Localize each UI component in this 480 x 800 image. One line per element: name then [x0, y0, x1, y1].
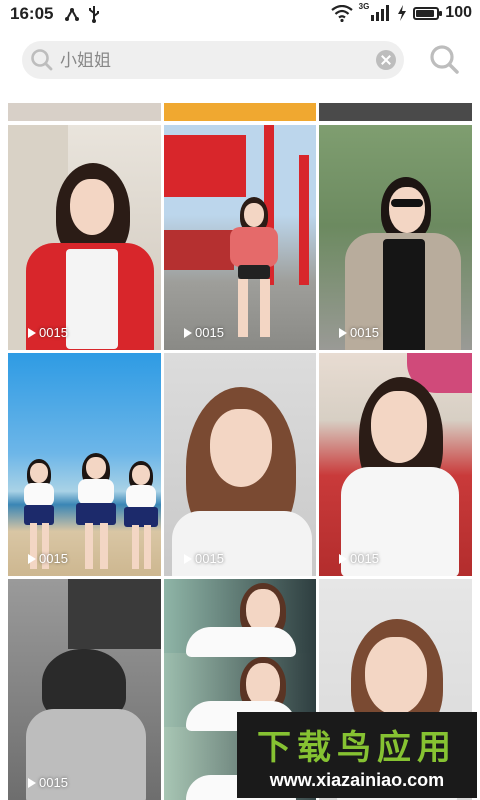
video-thumbnail[interactable]: 0015: [8, 579, 161, 800]
search-input[interactable]: [58, 41, 362, 81]
status-right-icons: 3G 100: [330, 1, 472, 22]
person-figure: [341, 377, 459, 576]
video-thumbnail[interactable]: [8, 103, 161, 121]
wifi-icon: [330, 4, 353, 22]
red-structure: [164, 135, 246, 197]
video-thumbnail[interactable]: [319, 103, 472, 121]
play-icon: [339, 327, 347, 338]
battery-icon: [413, 6, 443, 20]
video-thumbnail[interactable]: 0015: [164, 353, 316, 576]
play-icon: [28, 553, 36, 564]
play-icon: [339, 553, 347, 564]
usb-icon: [89, 6, 99, 23]
cell-signal-icon: [371, 5, 390, 21]
person-figure: [172, 387, 312, 576]
battery-percent: 100: [445, 4, 472, 21]
video-thumbnail[interactable]: [164, 103, 316, 121]
person-figure: [26, 163, 156, 350]
play-count: 0015: [184, 551, 224, 566]
person-figure: [186, 583, 296, 657]
red-railing: [164, 230, 234, 270]
play-icon: [28, 777, 36, 788]
status-bar: 16:05 3G 100: [0, 0, 480, 30]
network-type-label: 3G: [358, 1, 370, 11]
video-thumbnail[interactable]: 0015: [319, 125, 472, 350]
video-thumbnail[interactable]: 0015: [319, 353, 472, 576]
video-thumbnail[interactable]: 0015: [8, 353, 161, 576]
status-time: 16:05: [10, 4, 54, 23]
search-bar: [0, 30, 480, 94]
play-icon: [28, 327, 36, 338]
search-icon: [31, 49, 53, 71]
play-count: 0015: [28, 551, 68, 566]
play-count: 0015: [28, 775, 68, 790]
watermark-title: 下载鸟应用: [257, 729, 457, 767]
play-count: 0015: [339, 551, 379, 566]
person-figure: [124, 461, 158, 575]
red-pillar: [299, 155, 309, 285]
person-figure: [226, 197, 282, 345]
clear-search-icon[interactable]: [376, 50, 396, 70]
watermark-url: www.xiazainiao.com: [269, 770, 445, 790]
search-field-container[interactable]: [22, 41, 404, 81]
search-button[interactable]: [428, 43, 462, 77]
play-count: 0015: [184, 325, 224, 340]
video-grid: 0015 0015 0015 0015 0015 0015 0015: [8, 103, 472, 800]
play-count: 0015: [339, 325, 379, 340]
play-icon: [184, 327, 192, 338]
sunglasses: [391, 199, 423, 207]
dark-structure: [68, 579, 161, 649]
play-count: 0015: [28, 325, 68, 340]
video-thumbnail[interactable]: 0015: [164, 125, 316, 350]
status-left-icons: [64, 5, 100, 23]
watermark-banner: 下载鸟应用 www.xiazainiao.com: [237, 712, 477, 798]
play-icon: [184, 553, 192, 564]
charging-icon: [398, 5, 407, 21]
person-figure: [76, 453, 116, 575]
share-icon: [65, 8, 79, 21]
video-thumbnail[interactable]: 0015: [8, 125, 161, 350]
